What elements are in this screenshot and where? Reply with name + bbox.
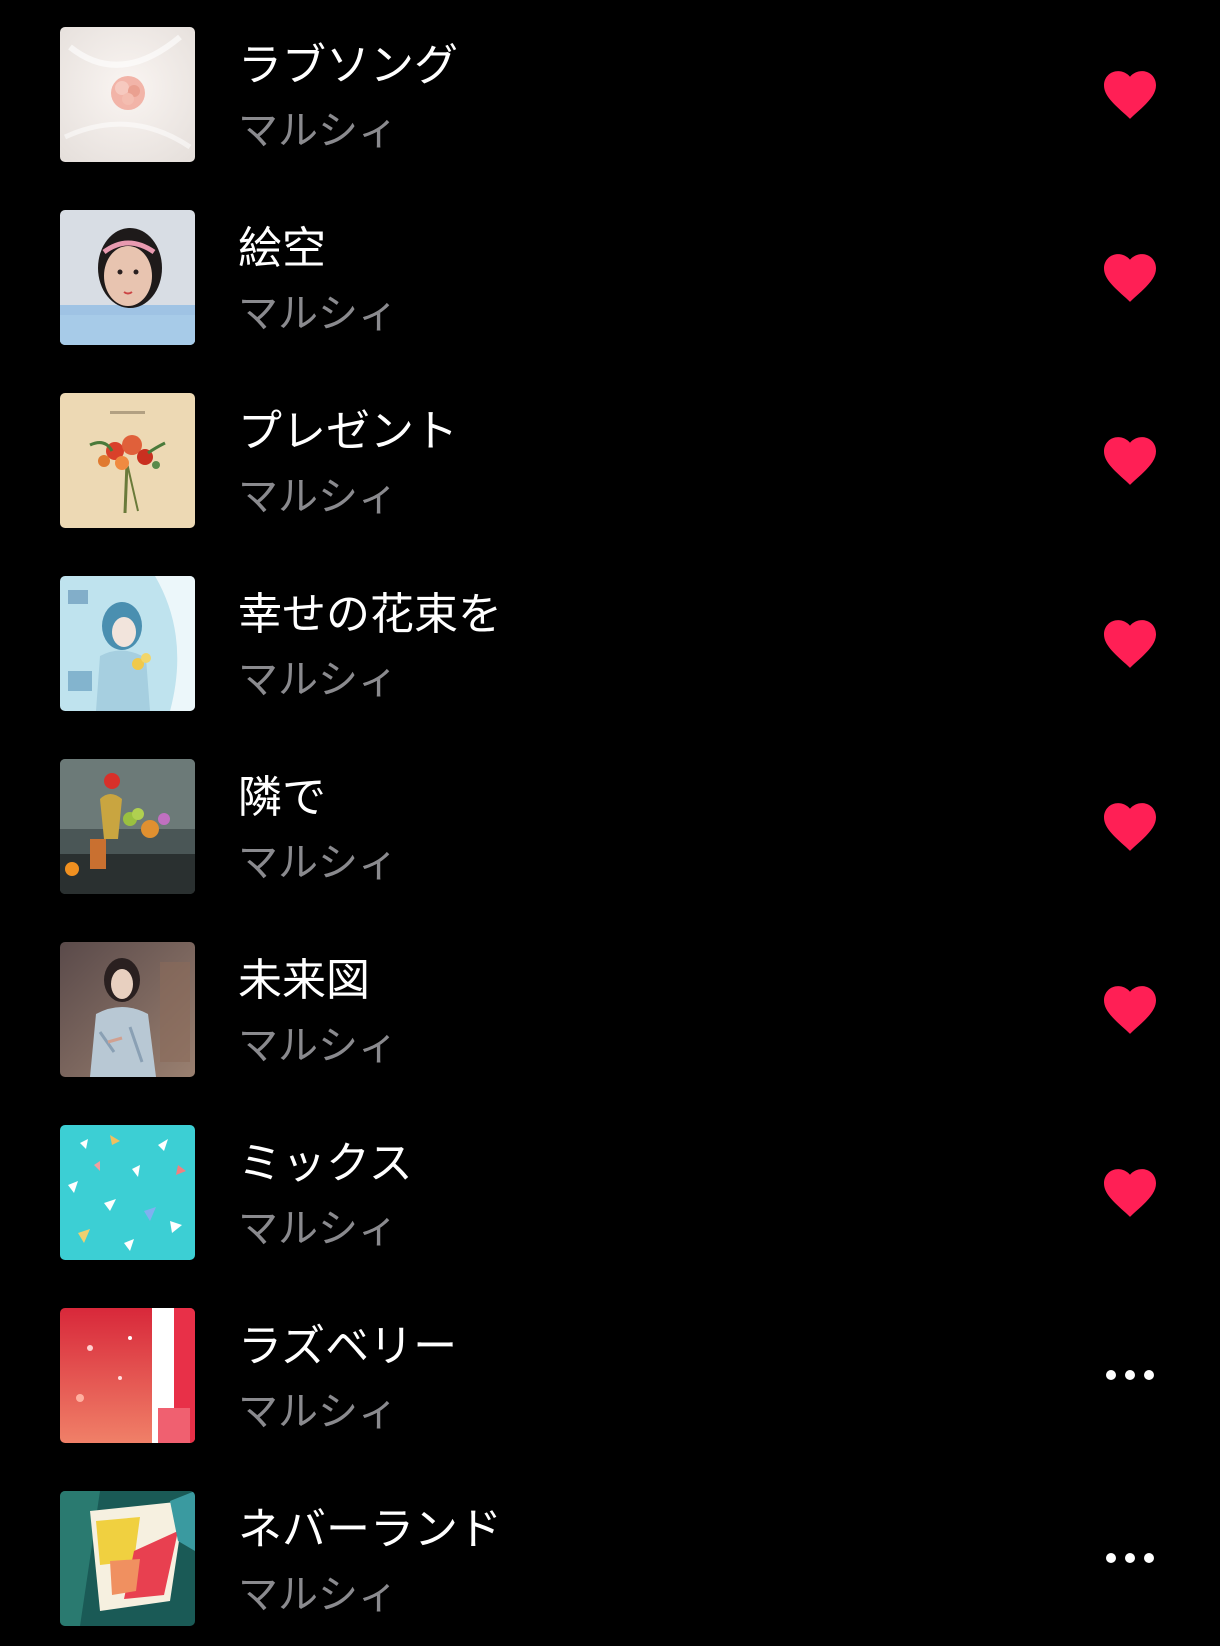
- song-row[interactable]: ラズベリー マルシィ: [0, 1281, 1220, 1464]
- dot: [1106, 1553, 1116, 1563]
- album-artwork: [60, 393, 195, 528]
- dot: [1106, 1370, 1116, 1380]
- song-row[interactable]: 絵空 マルシィ: [0, 183, 1220, 366]
- song-title: ラブソング: [238, 40, 458, 91]
- song-title: 幸せの花束を: [238, 589, 502, 640]
- dot: [1125, 1370, 1135, 1380]
- artist-name: マルシィ: [238, 474, 398, 520]
- song-row[interactable]: ミックス マルシィ: [0, 1098, 1220, 1281]
- song-title: 未来図: [238, 955, 370, 1006]
- heart-icon[interactable]: [1096, 428, 1164, 492]
- heart-icon[interactable]: [1096, 794, 1164, 858]
- song-title: ミックス: [238, 1138, 413, 1189]
- song-title: 絵空: [238, 223, 326, 274]
- artist-name: マルシィ: [238, 1389, 398, 1435]
- album-artwork: [60, 1125, 195, 1260]
- song-row[interactable]: ラブソング マルシィ: [0, 0, 1220, 183]
- artist-name: マルシィ: [238, 108, 398, 154]
- artist-name: マルシィ: [238, 840, 398, 886]
- artist-name: マルシィ: [238, 1023, 398, 1069]
- more-icon[interactable]: [1096, 1526, 1164, 1590]
- artist-name: マルシィ: [238, 291, 398, 337]
- song-title: 隣で: [238, 772, 326, 823]
- song-title: ラズベリー: [238, 1321, 458, 1372]
- song-row[interactable]: 未来図 マルシィ: [0, 915, 1220, 1098]
- album-artwork: [60, 210, 195, 345]
- artist-name: マルシィ: [238, 657, 398, 703]
- album-artwork: [60, 27, 195, 162]
- artist-name: マルシィ: [238, 1572, 398, 1618]
- album-artwork: [60, 942, 195, 1077]
- dot: [1144, 1370, 1154, 1380]
- dot: [1125, 1553, 1135, 1563]
- artist-name: マルシィ: [238, 1206, 398, 1252]
- heart-icon[interactable]: [1096, 1160, 1164, 1224]
- heart-icon[interactable]: [1096, 611, 1164, 675]
- album-artwork: [60, 1308, 195, 1443]
- heart-icon[interactable]: [1096, 62, 1164, 126]
- heart-icon[interactable]: [1096, 245, 1164, 309]
- album-artwork: [60, 759, 195, 894]
- heart-icon[interactable]: [1096, 977, 1164, 1041]
- song-list: ラブソング マルシィ 絵空 マルシィ プレゼント マルシィ 幸せの花束を マルシ…: [0, 0, 1220, 1646]
- song-row[interactable]: 幸せの花束を マルシィ: [0, 549, 1220, 732]
- song-row[interactable]: ネバーランド マルシィ: [0, 1464, 1220, 1646]
- song-title: プレゼント: [238, 406, 458, 457]
- song-row[interactable]: プレゼント マルシィ: [0, 366, 1220, 549]
- album-artwork: [60, 576, 195, 711]
- dot: [1144, 1553, 1154, 1563]
- more-icon[interactable]: [1096, 1343, 1164, 1407]
- album-artwork: [60, 1491, 195, 1626]
- song-row[interactable]: 隣で マルシィ: [0, 732, 1220, 915]
- song-title: ネバーランド: [238, 1504, 502, 1555]
